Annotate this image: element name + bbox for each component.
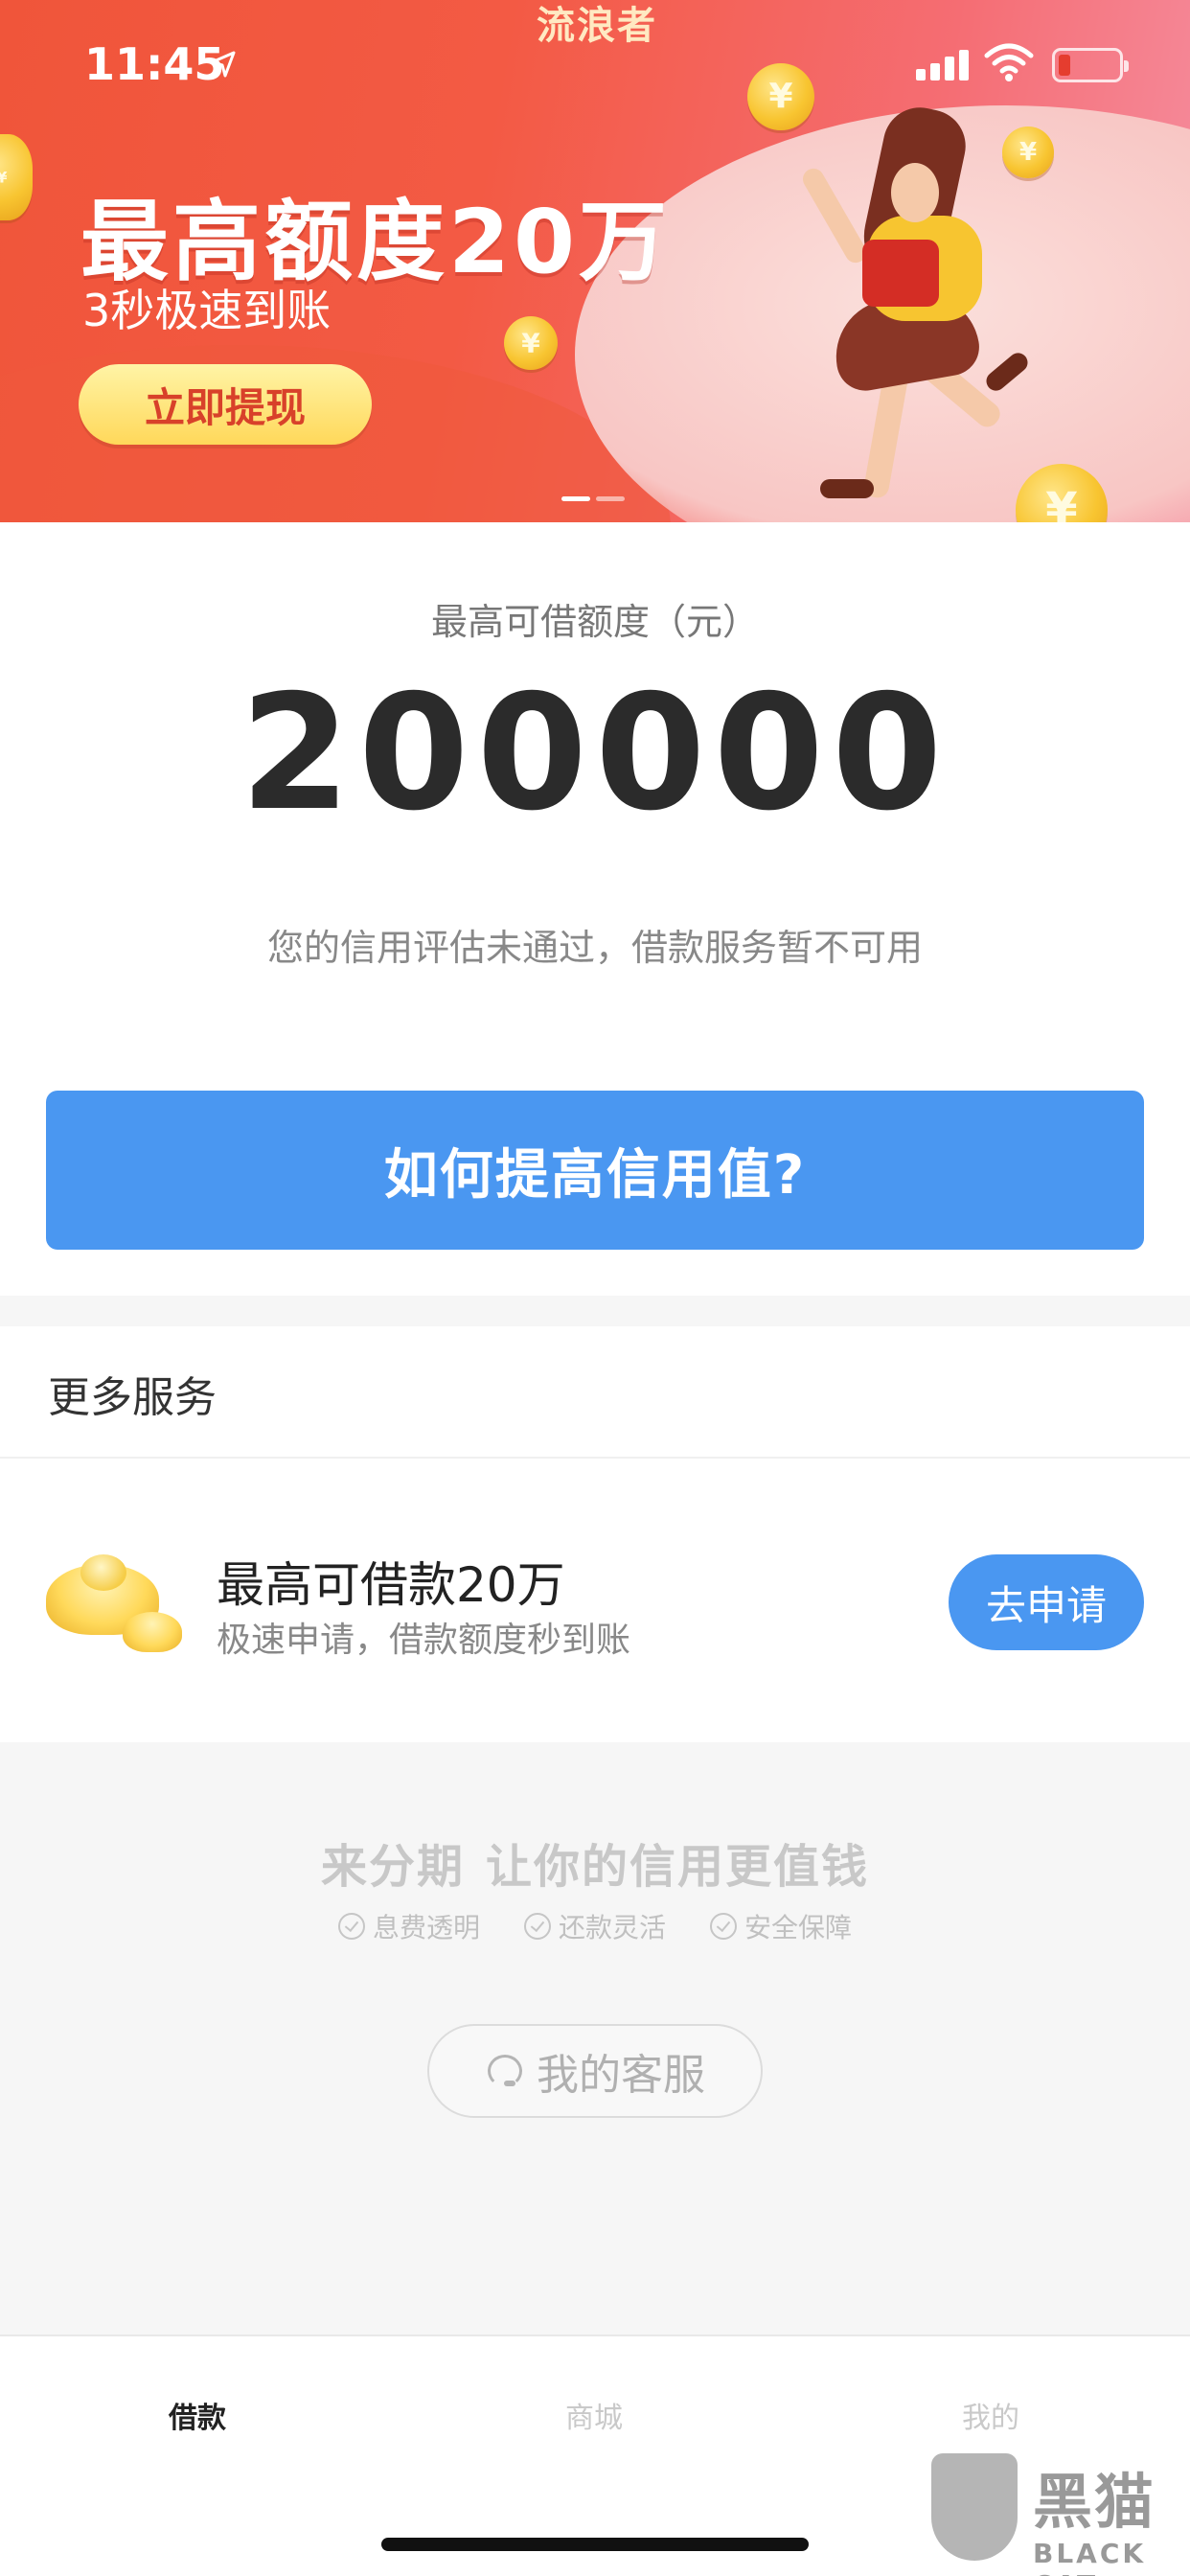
carousel-dot-active (561, 496, 590, 501)
credit-limit-caption: 最高可借额度（元） (430, 601, 759, 643)
tab-mall[interactable]: 商城 (565, 2394, 623, 2436)
customer-service-button[interactable]: 我的客服 (427, 2024, 763, 2118)
service-item-title: 最高可借款20万 (217, 1557, 565, 1613)
location-arrow-icon (210, 51, 236, 78)
status-bar: 11:45 (0, 0, 1190, 125)
slogan: 来分期 让你的信用更值钱 (0, 1828, 1190, 1896)
wifi-icon (984, 43, 1034, 81)
feature-item: 安全保障 (710, 1907, 852, 1945)
feature-label: 息费透明 (372, 1912, 480, 1944)
apply-button[interactable]: 去申请 (949, 1554, 1144, 1650)
carousel-indicator (561, 496, 625, 501)
feature-list: 息费透明 还款灵活 安全保障 (0, 1907, 1190, 1945)
check-circle-icon (523, 1913, 551, 1940)
watermark-logo: 黑猫 BLACK CAT (927, 2453, 1190, 2576)
credit-limit-amount: 200000 (240, 661, 950, 846)
feature-item: 息费透明 (337, 1907, 480, 1945)
check-circle-icon (337, 1913, 365, 1940)
carousel-dot (596, 496, 625, 501)
service-item-subtitle: 极速申请，借款额度秒到账 (217, 1621, 631, 1660)
service-item[interactable]: 最高可借款20万 极速申请，借款额度秒到账 去申请 (0, 1459, 1190, 1742)
withdraw-now-button[interactable]: 立即提现 (79, 364, 372, 445)
tab-loan[interactable]: 借款 (169, 2394, 226, 2436)
slogan-text: 让你的信用更值钱 (486, 1840, 870, 1894)
coin-icon (504, 316, 558, 370)
cat-shield-icon (931, 2453, 1018, 2561)
status-time: 11:45 (84, 38, 225, 90)
woman-illustration (891, 163, 939, 222)
tab-mine[interactable]: 我的 (962, 2394, 1019, 2436)
watermark-en: BLACK CAT (1033, 2538, 1147, 2576)
woman-illustration (862, 240, 939, 307)
coin-icon (0, 134, 33, 220)
feature-label: 还款灵活 (558, 1912, 666, 1944)
more-services-title: 更多服务 (48, 1373, 217, 1422)
battery-icon (1052, 48, 1129, 82)
improve-credit-button[interactable]: 如何提高信用值? (46, 1091, 1144, 1250)
home-indicator (381, 2538, 809, 2551)
coin-icon (1002, 126, 1054, 178)
credit-status-notice: 您的信用评估未通过，借款服务暂不可用 (266, 927, 923, 969)
headset-icon (485, 2052, 523, 2090)
feature-item: 还款灵活 (523, 1907, 666, 1945)
banner-subline: 3秒极速到账 (82, 285, 332, 336)
slogan-brand: 来分期 (320, 1840, 465, 1894)
footer-area: 来分期 让你的信用更值钱 息费透明 还款灵活 安全保障 我的客服 (0, 1742, 1190, 2334)
customer-service-label: 我的客服 (537, 2051, 705, 2100)
feature-label: 安全保障 (744, 1912, 853, 1944)
check-circle-icon (710, 1913, 737, 1940)
gold-ingot-icon (46, 1545, 182, 1660)
cellular-signal-icon (916, 50, 969, 80)
section-divider (0, 1296, 1190, 1326)
woman-illustration (820, 479, 874, 498)
watermark-cn: 黑猫 (1033, 2467, 1156, 2537)
